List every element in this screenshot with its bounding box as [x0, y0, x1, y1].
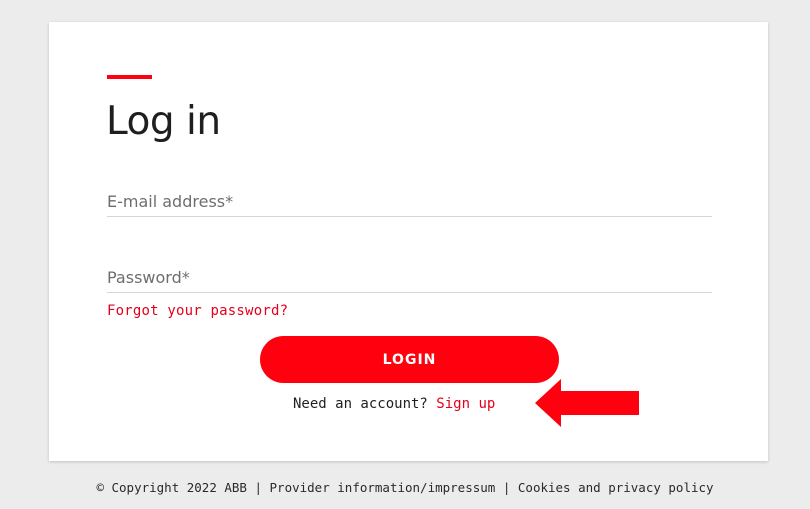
sign-up-link[interactable]: Sign up: [436, 396, 495, 412]
login-button[interactable]: LOGIN: [260, 336, 559, 383]
signup-row: Need an account? Sign up: [293, 396, 495, 412]
password-field[interactable]: [107, 262, 712, 292]
page-title: Log in: [106, 99, 221, 144]
need-account-text: Need an account?: [293, 396, 437, 412]
forgot-password-link[interactable]: Forgot your password?: [107, 303, 288, 319]
email-field-container: [107, 186, 712, 217]
red-arrow-left-icon: [535, 379, 639, 427]
email-field[interactable]: [107, 186, 712, 216]
footer: © Copyright 2022 ABB | Provider informat…: [0, 480, 810, 495]
provider-information-link[interactable]: Provider information/impressum: [270, 480, 496, 495]
password-field-container: [107, 262, 712, 293]
cookies-privacy-link[interactable]: Cookies and privacy policy: [518, 480, 714, 495]
title-accent-bar: [107, 75, 152, 79]
footer-separator: |: [246, 480, 270, 495]
copyright-text: © Copyright 2022 ABB: [96, 480, 247, 495]
footer-separator: |: [495, 480, 518, 495]
